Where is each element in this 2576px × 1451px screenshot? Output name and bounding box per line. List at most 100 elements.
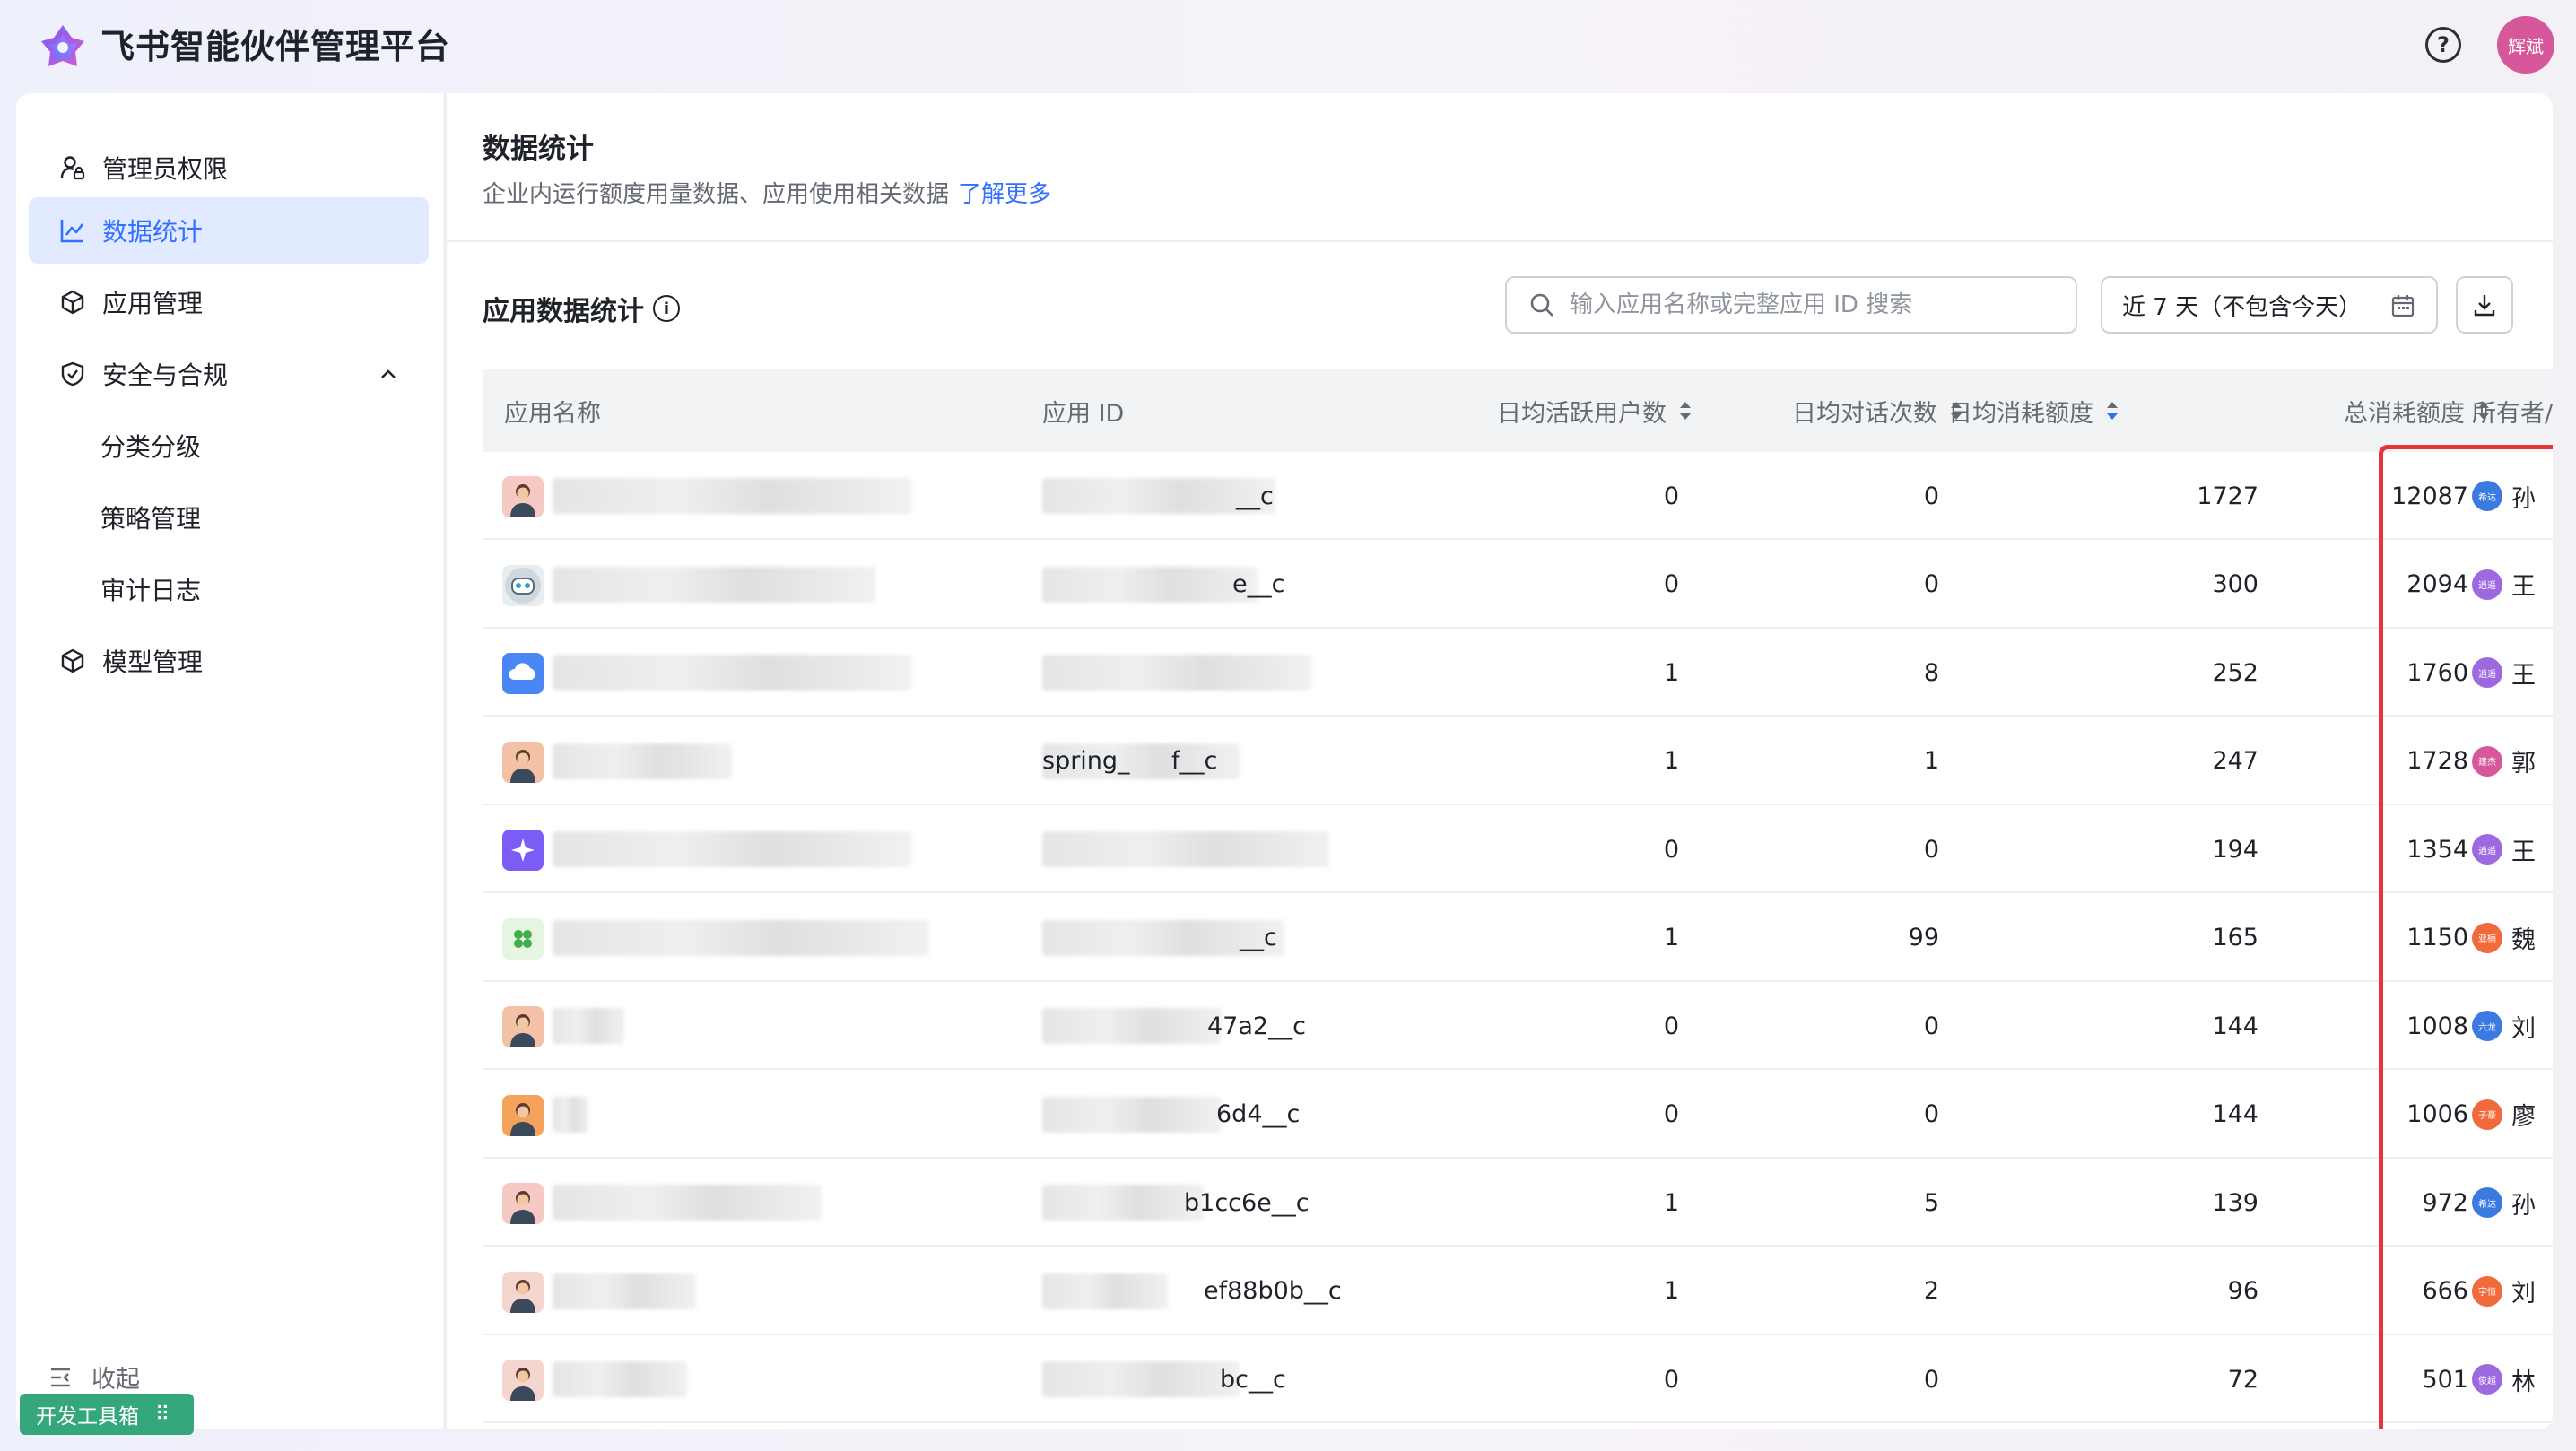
sidebar-item-label: 应用管理	[102, 289, 204, 318]
app-id-suffix: 6d4__c	[1216, 1100, 1301, 1128]
owner-avatar: 六龙	[2472, 1011, 2502, 1041]
column-header-daily-cost[interactable]: 日均消耗额度	[1948, 369, 2120, 452]
sidebar-item-policy[interactable]: 策略管理	[29, 484, 429, 551]
app-id-suffix: b1cc6e__c	[1184, 1188, 1310, 1217]
cube-icon	[57, 287, 88, 317]
owner-name: 王	[2511, 573, 2536, 601]
table-row[interactable]: 1 8 252 1760 逍遥王	[483, 629, 2553, 717]
redacted-app-name	[553, 566, 875, 603]
owner-name: 林	[2511, 1368, 2536, 1396]
dau-cell: 1	[1663, 1277, 1679, 1305]
redacted-app-name	[553, 1008, 624, 1044]
redacted-app-id	[1042, 1361, 1240, 1397]
total-cost-cell: 12087	[2391, 482, 2468, 510]
dialogs-cell: 0	[1923, 1100, 1939, 1128]
column-header-owner: 所有者/	[2472, 369, 2553, 452]
shield-check-icon	[57, 359, 88, 389]
sort-icon[interactable]	[1677, 397, 1693, 424]
dau-cell: 0	[1663, 1365, 1679, 1394]
owner-avatar: 逍遥	[2472, 657, 2502, 688]
column-header-dialogs[interactable]: 日均对话次数	[1720, 369, 1964, 452]
dialogs-cell: 8	[1923, 658, 1939, 687]
line-chart-icon	[57, 215, 88, 246]
table-row[interactable]: ef88b0b__c 1 2 96 666 宇恒刘	[483, 1247, 2553, 1335]
redacted-app-name	[553, 1096, 588, 1133]
collapse-button[interactable]: 收起	[48, 1360, 140, 1395]
table-row[interactable]: 0 0 194 1354 逍遥王	[483, 805, 2553, 893]
sidebar-item-label: 安全与合规	[102, 361, 229, 390]
dau-cell: 0	[1663, 570, 1679, 598]
redacted-app-name	[553, 743, 732, 779]
question-circle-icon[interactable]: ?	[2425, 27, 2461, 63]
column-header-dau[interactable]: 日均活跃用户数	[1371, 369, 1693, 452]
table-row[interactable]: 6d4__c 0 0 144 1006 子豪廖	[483, 1071, 2553, 1159]
dialogs-cell: 1	[1923, 747, 1939, 775]
search-field[interactable]	[1570, 291, 2054, 318]
info-icon[interactable]: i	[653, 295, 680, 322]
dialogs-cell: 0	[1923, 1012, 1939, 1040]
table-row[interactable]: spring_ f__c 1 1 247 1728 建杰郭	[483, 717, 2553, 805]
dialogs-cell: 5	[1923, 1188, 1939, 1217]
redacted-app-id	[1042, 566, 1258, 603]
dau-cell: 0	[1663, 1100, 1679, 1128]
sidebar-item-security[interactable]: 安全与合规	[29, 341, 429, 407]
sidebar-item-models[interactable]: 模型管理	[29, 628, 429, 694]
dialogs-cell: 0	[1923, 835, 1939, 864]
owner-name: 魏	[2511, 926, 2536, 954]
sidebar-item-apps[interactable]: 应用管理	[29, 269, 429, 335]
total-cost-cell: 1354	[2406, 835, 2468, 864]
chevron-up-icon[interactable]	[375, 361, 402, 387]
app-id-suffix: __c	[1240, 924, 1277, 951]
table-row[interactable]: bc__c 0 0 72 501 俊超林	[483, 1335, 2553, 1423]
column-header-total-cost[interactable]: 总消耗额度	[2187, 369, 2492, 452]
column-label: 日均消耗额度	[1948, 399, 2093, 428]
redacted-app-name	[553, 831, 911, 867]
owner-name: 孙	[2511, 484, 2536, 513]
table-row[interactable]: e__c 0 0 300 2094 逍遥王	[483, 541, 2553, 629]
owner-name: 孙	[2511, 1191, 2536, 1220]
table-row[interactable]: __c 0 0 1727 12087 希达孙	[483, 452, 2553, 540]
learn-more-link[interactable]: 了解更多	[958, 181, 1051, 208]
sidebar-item-stats[interactable]: 数据统计	[29, 197, 429, 264]
sidebar-item-audit-log[interactable]: 审计日志	[29, 556, 429, 622]
sort-desc-icon[interactable]	[2104, 397, 2120, 424]
top-header: 飞书智能伙伴管理平台 ? 辉斌	[0, 0, 2576, 93]
total-cost-cell: 1150	[2406, 924, 2468, 951]
redacted-app-id	[1042, 1273, 1168, 1309]
owner-name: 刘	[2511, 1280, 2536, 1308]
table-row[interactable]: b1cc6e__c 1 5 139 972 希达孙	[483, 1159, 2553, 1247]
sidebar-item-label: 管理员权限	[102, 154, 229, 184]
app-avatar-icon	[502, 1006, 544, 1047]
table-row[interactable]: __c 1 99 165 1150 亚楠魏	[483, 894, 2553, 982]
total-cost-cell: 501	[2422, 1365, 2468, 1394]
date-range-select[interactable]: 近 7 天（不包含今天）	[2101, 276, 2438, 334]
sidebar-item-classification[interactable]: 分类分级	[29, 413, 429, 479]
total-cost-cell: 1008	[2406, 1012, 2468, 1040]
dau-cell: 0	[1663, 482, 1679, 510]
table-header: 应用名称 应用 ID 日均活跃用户数 日均对话次数 日均消耗额度 总消耗额度 所…	[483, 369, 2553, 452]
sidebar-item-label: 策略管理	[100, 504, 202, 534]
table-row[interactable]: 47a2__c 0 0 144 1008 六龙刘	[483, 982, 2553, 1070]
devtools-button[interactable]: 开发工具箱 ⠿	[20, 1394, 194, 1435]
clover-icon	[502, 917, 544, 960]
sidebar: 管理员权限 数据统计 应用管理 安全与合规 分类分级 策略管理 审计日志 模型管…	[16, 93, 443, 1429]
app-avatar-icon	[502, 476, 544, 517]
search-input[interactable]	[1505, 276, 2077, 334]
drag-handle-icon[interactable]: ⠿	[155, 1403, 170, 1426]
dialogs-cell: 0	[1923, 570, 1939, 598]
download-button[interactable]	[2456, 276, 2513, 334]
redacted-app-id	[1042, 1185, 1204, 1221]
collapse-icon	[51, 1368, 70, 1386]
total-cost-cell: 666	[2422, 1277, 2468, 1305]
sidebar-item-label: 数据统计	[102, 217, 204, 247]
total-cost-cell: 1728	[2406, 747, 2468, 775]
app-avatar-icon	[502, 741, 544, 783]
collapse-label: 收起	[91, 1366, 140, 1394]
total-cost-cell: 1006	[2406, 1100, 2468, 1128]
redacted-app-name	[553, 478, 911, 514]
app-avatar-icon	[502, 1360, 544, 1401]
sidebar-item-admin[interactable]: 管理员权限	[29, 135, 429, 201]
dau-cell: 0	[1663, 835, 1679, 864]
avatar[interactable]: 辉斌	[2497, 16, 2554, 74]
owner-avatar: 宇恒	[2472, 1275, 2502, 1307]
